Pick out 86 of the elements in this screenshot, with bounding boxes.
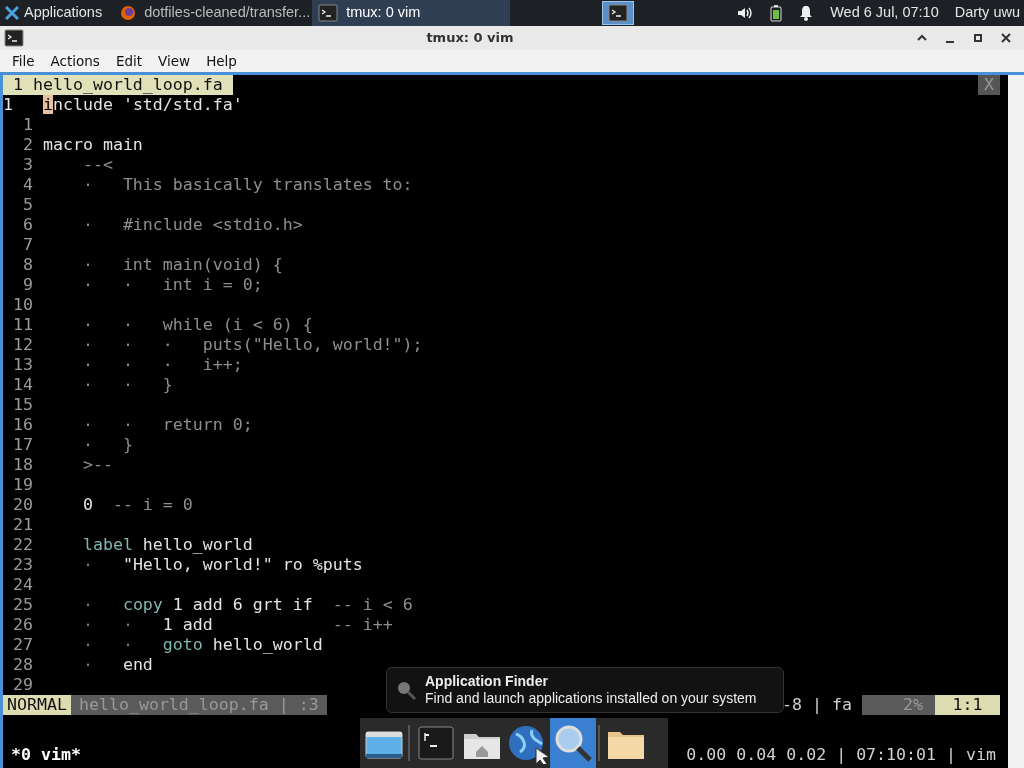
line-number: 8 <box>21 255 34 275</box>
code-line: label hello_world <box>81 535 253 555</box>
line-number: 19 <box>12 475 34 495</box>
code-line: · · return 0; <box>81 415 253 435</box>
code-line: · end <box>81 655 153 675</box>
code-line: · · · puts("Hello, world!"); <box>81 335 423 355</box>
line-number: 27 <box>12 635 34 655</box>
line-number: 25 <box>12 595 34 615</box>
code-line: · · int i = 0; <box>81 275 263 295</box>
menu-item[interactable]: File <box>4 50 43 72</box>
terminal-icon <box>608 4 629 22</box>
code-line: · · goto hello_world <box>81 635 323 655</box>
status-file: hello_world_loop.fa | :3 <box>70 695 327 715</box>
code-line: · · while (i < 6) { <box>81 315 313 335</box>
line-number: 1 <box>21 115 34 135</box>
line-number: 4 <box>21 175 34 195</box>
line-number: 28 <box>12 655 34 675</box>
code-line: · · } <box>81 375 173 395</box>
tooltip-title: Application Finder <box>425 672 549 690</box>
code-line: --< <box>81 155 113 175</box>
workspace-button[interactable] <box>602 1 635 25</box>
clock[interactable]: Wed 6 Jul, 07:10 <box>830 2 939 24</box>
terminal-icon <box>4 29 24 47</box>
maximize-icon[interactable] <box>972 32 984 44</box>
code-line: · copy 1 add 6 grt if -- i < 6 <box>81 595 413 615</box>
line-number: 21 <box>12 515 34 535</box>
line-number: 23 <box>12 555 34 575</box>
user-name[interactable]: Darty uwu <box>954 2 1020 24</box>
close-icon[interactable] <box>1000 32 1012 44</box>
x-logo-icon <box>4 5 20 21</box>
tmux-status: 0.00 0.04 0.02 | 07:10:01 | vim <box>686 745 996 765</box>
scrollbar[interactable] <box>1008 75 1024 768</box>
menu-item[interactable]: Edit <box>107 50 151 72</box>
line-number: 10 <box>12 295 34 315</box>
code-line: · This basically translates to: <box>81 175 413 195</box>
tmux-window-list: *0 vim* <box>11 745 81 765</box>
line-number: 29 <box>12 675 34 695</box>
code-line: · · · i++; <box>81 355 243 375</box>
line-number: 17 <box>12 435 34 455</box>
cursor-position: 1:1 <box>935 695 1000 715</box>
menu-item[interactable]: View <box>150 50 199 72</box>
line-number: 2 <box>21 135 34 155</box>
line-number: 16 <box>12 415 34 435</box>
line-number: 20 <box>12 495 34 515</box>
line-number: 15 <box>12 395 34 415</box>
apps-menu-button[interactable]: Applications <box>0 2 107 24</box>
volume-icon <box>736 5 755 21</box>
tooltip-description: Find and launch applications installed on your system <box>425 690 757 708</box>
search-icon <box>395 679 417 701</box>
code-line: include 'std/std.fa' <box>42 95 243 115</box>
code-line: · int main(void) { <box>81 255 283 275</box>
window-title: tmux: 0 vim <box>425 29 515 48</box>
terminal-icon <box>318 4 339 22</box>
code-line: · "Hello, world!" ro %puts <box>81 555 363 575</box>
taskbar-button[interactable]: tmux: 0 vim <box>312 0 511 26</box>
line-number: 1 <box>3 95 14 115</box>
taskbar-button[interactable]: dotfiles-cleaned/transfer... <box>114 0 313 26</box>
line-number: 26 <box>12 615 34 635</box>
line-number: 12 <box>12 335 34 355</box>
launcher-button[interactable] <box>550 718 596 768</box>
menu-item[interactable]: Actions <box>42 50 108 72</box>
code-line: >-- <box>81 455 113 475</box>
line-number: 14 <box>12 375 34 395</box>
status-info: -8 | fa <box>782 695 852 715</box>
code-line: macro main <box>42 135 143 155</box>
code-line: · } <box>81 435 133 455</box>
status-percent: 2% <box>862 695 935 715</box>
line-number: 24 <box>12 575 34 595</box>
line-number: 11 <box>12 315 34 335</box>
battery-icon <box>770 4 783 22</box>
vim-mode: NORMAL <box>3 695 71 715</box>
vim-tab[interactable]: 1 hello_world_loop.fa <box>3 75 233 95</box>
line-number: 3 <box>21 155 34 175</box>
line-number: 6 <box>21 215 34 235</box>
bell-icon <box>798 5 815 21</box>
line-number: 22 <box>12 535 34 555</box>
line-number: 5 <box>21 195 34 215</box>
code-line: · · 1 add -- i++ <box>81 615 393 635</box>
line-number: 18 <box>12 455 34 475</box>
menu-item[interactable]: Help <box>198 50 245 72</box>
code-line: 0 -- i = 0 <box>81 495 193 515</box>
browser-icon <box>120 5 137 21</box>
line-number: 13 <box>12 355 34 375</box>
code-line: · #include <stdio.h> <box>81 215 303 235</box>
line-number: 9 <box>21 275 34 295</box>
line-number: 7 <box>21 235 34 255</box>
